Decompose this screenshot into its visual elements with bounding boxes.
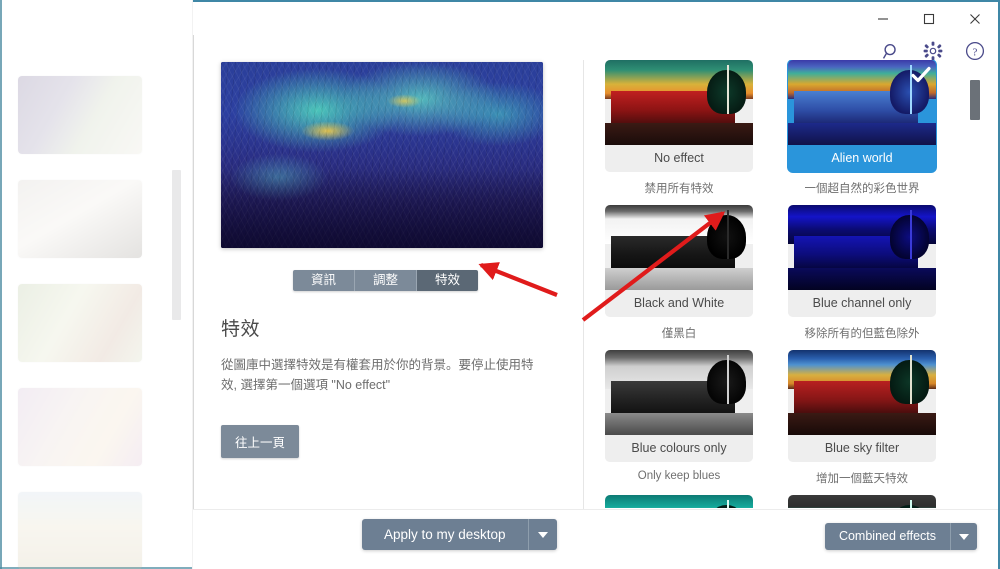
background-thumbnail (18, 76, 142, 154)
tab-effects[interactable]: 特效 (417, 270, 478, 291)
effect-thumbnail (605, 350, 753, 435)
effect-card[interactable]: Blue channel only 移除所有的但藍色除外 (788, 205, 936, 341)
tab-adjust[interactable]: 調整 (355, 270, 417, 291)
scenery (788, 350, 936, 435)
background-thumbnail-strip (0, 58, 200, 569)
effect-thumbnail (788, 495, 936, 508)
effect-thumbnail (605, 205, 753, 290)
chevron-down-icon (537, 531, 548, 538)
back-button[interactable]: 往上一頁 (221, 425, 300, 458)
effect-card[interactable]: No effect 禁用所有特效 (605, 60, 753, 196)
effect-thumbnail-wrapper: Blue colours only (605, 350, 753, 462)
background-thumbnail (18, 284, 142, 362)
effect-name: Black and White (605, 290, 753, 317)
scenery-ground (605, 412, 753, 435)
background-thumbnail (18, 180, 142, 258)
bottom-bar: Apply to my desktop Combined effects (193, 509, 998, 569)
section-title: 特效 (221, 319, 261, 340)
effect-card[interactable] (788, 495, 936, 508)
effect-card[interactable]: Blue colours only Only keep blues (605, 350, 753, 486)
effect-name: No effect (605, 145, 753, 172)
effect-thumbnail (788, 350, 936, 435)
apply-dropdown-toggle[interactable] (529, 519, 557, 550)
scenery-pole (727, 500, 730, 508)
effect-card[interactable]: Alien world 一個超自然的彩色世界 (788, 60, 936, 196)
scenery-pole (910, 355, 913, 405)
effects-grid: No effect 禁用所有特效 Alien world 一個超自然的彩色世界 (605, 60, 975, 508)
center-panel: 資訊 調整 特效 特效 從圖庫中選擇特效是有權套用於你的背景。要停止使用特效, … (221, 62, 581, 522)
chevron-down-icon (959, 533, 969, 540)
effect-description: Only keep blues (637, 470, 721, 482)
scenery-pole (910, 210, 913, 260)
effect-thumbnail-wrapper: Black and White (605, 205, 753, 317)
gallery-scrollbar-track[interactable] (970, 60, 980, 508)
scenery-ground (788, 412, 936, 435)
effect-description: 禁用所有特效 (644, 183, 714, 195)
scenery-ground (788, 122, 936, 145)
effect-thumbnail (788, 205, 936, 290)
effect-description: 移除所有的但藍色除外 (804, 328, 920, 340)
effect-card[interactable]: Blue sky filter 增加一個藍天特效 (788, 350, 936, 486)
effects-gallery[interactable]: No effect 禁用所有特效 Alien world 一個超自然的彩色世界 (605, 60, 975, 508)
title-bar (193, 2, 998, 35)
app-window: ? 資訊 調整 特效 特效 從圖庫中選擇特效是有權套用於你的背景。要停止使用特效… (0, 0, 1000, 569)
effect-thumbnail-wrapper (788, 495, 936, 508)
scenery (605, 60, 753, 145)
scenery-pole (727, 210, 730, 260)
section-description: 從圖庫中選擇特效是有權套用於你的背景。要停止使用特效, 選擇第一個選項 "No … (221, 358, 534, 392)
effect-thumbnail-wrapper (605, 495, 753, 508)
effect-name: Blue colours only (605, 435, 753, 462)
effect-name: Alien world (788, 145, 936, 172)
effect-card[interactable]: Black and White 僅黑白 (605, 205, 753, 341)
background-window (0, 0, 220, 569)
effect-thumbnail (605, 60, 753, 145)
scenery-ground (605, 267, 753, 290)
apply-to-desktop-label: Apply to my desktop (384, 527, 506, 542)
background-thumbnail (18, 492, 142, 569)
close-icon[interactable] (952, 2, 998, 35)
scenery (788, 205, 936, 290)
selected-check-icon (911, 66, 931, 83)
scenery-pole (727, 355, 730, 405)
effect-thumbnail (605, 495, 753, 508)
preview-shadow-layer (221, 169, 543, 248)
scenery (605, 205, 753, 290)
gallery-scrollbar-thumb[interactable] (970, 80, 980, 120)
effect-description: 一個超自然的彩色世界 (804, 183, 920, 195)
combined-effects-label: Combined effects (838, 529, 936, 543)
combined-effects-button[interactable]: Combined effects (824, 523, 977, 550)
effect-thumbnail-wrapper: Alien world (788, 60, 936, 172)
scenery (605, 495, 753, 508)
scenery-pole (910, 500, 913, 508)
main-window: ? 資訊 調整 特效 特效 從圖庫中選擇特效是有權套用於你的背景。要停止使用特效… (193, 0, 1000, 569)
background-thumbnail (18, 388, 142, 466)
tab-info[interactable]: 資訊 (293, 270, 355, 291)
effect-thumbnail-wrapper: Blue channel only (788, 205, 936, 317)
scenery-ground (788, 267, 936, 290)
window-left-rule (193, 2, 194, 569)
svg-text:?: ? (973, 46, 978, 58)
effect-thumbnail-wrapper: No effect (605, 60, 753, 172)
effect-thumbnail-wrapper: Blue sky filter (788, 350, 936, 462)
effect-card[interactable] (605, 495, 753, 508)
scenery-ground (605, 122, 753, 145)
panel-divider (583, 60, 584, 510)
effect-name: Blue sky filter (788, 435, 936, 462)
background-scrollbar-thumb (172, 170, 181, 320)
window-controls (860, 2, 998, 35)
minimize-icon[interactable] (860, 2, 906, 35)
apply-to-desktop-button[interactable]: Apply to my desktop (362, 519, 557, 550)
scenery-pole (727, 65, 730, 115)
effect-name: Blue channel only (788, 290, 936, 317)
maximize-icon[interactable] (906, 2, 952, 35)
scenery (788, 495, 936, 508)
scenery (605, 350, 753, 435)
preview-image[interactable] (221, 62, 543, 248)
combined-dropdown-toggle[interactable] (951, 523, 977, 550)
tab-bar: 資訊 調整 特效 (293, 270, 478, 291)
effect-description: 僅黑白 (661, 328, 697, 340)
effect-description: 增加一個藍天特效 (816, 473, 908, 485)
